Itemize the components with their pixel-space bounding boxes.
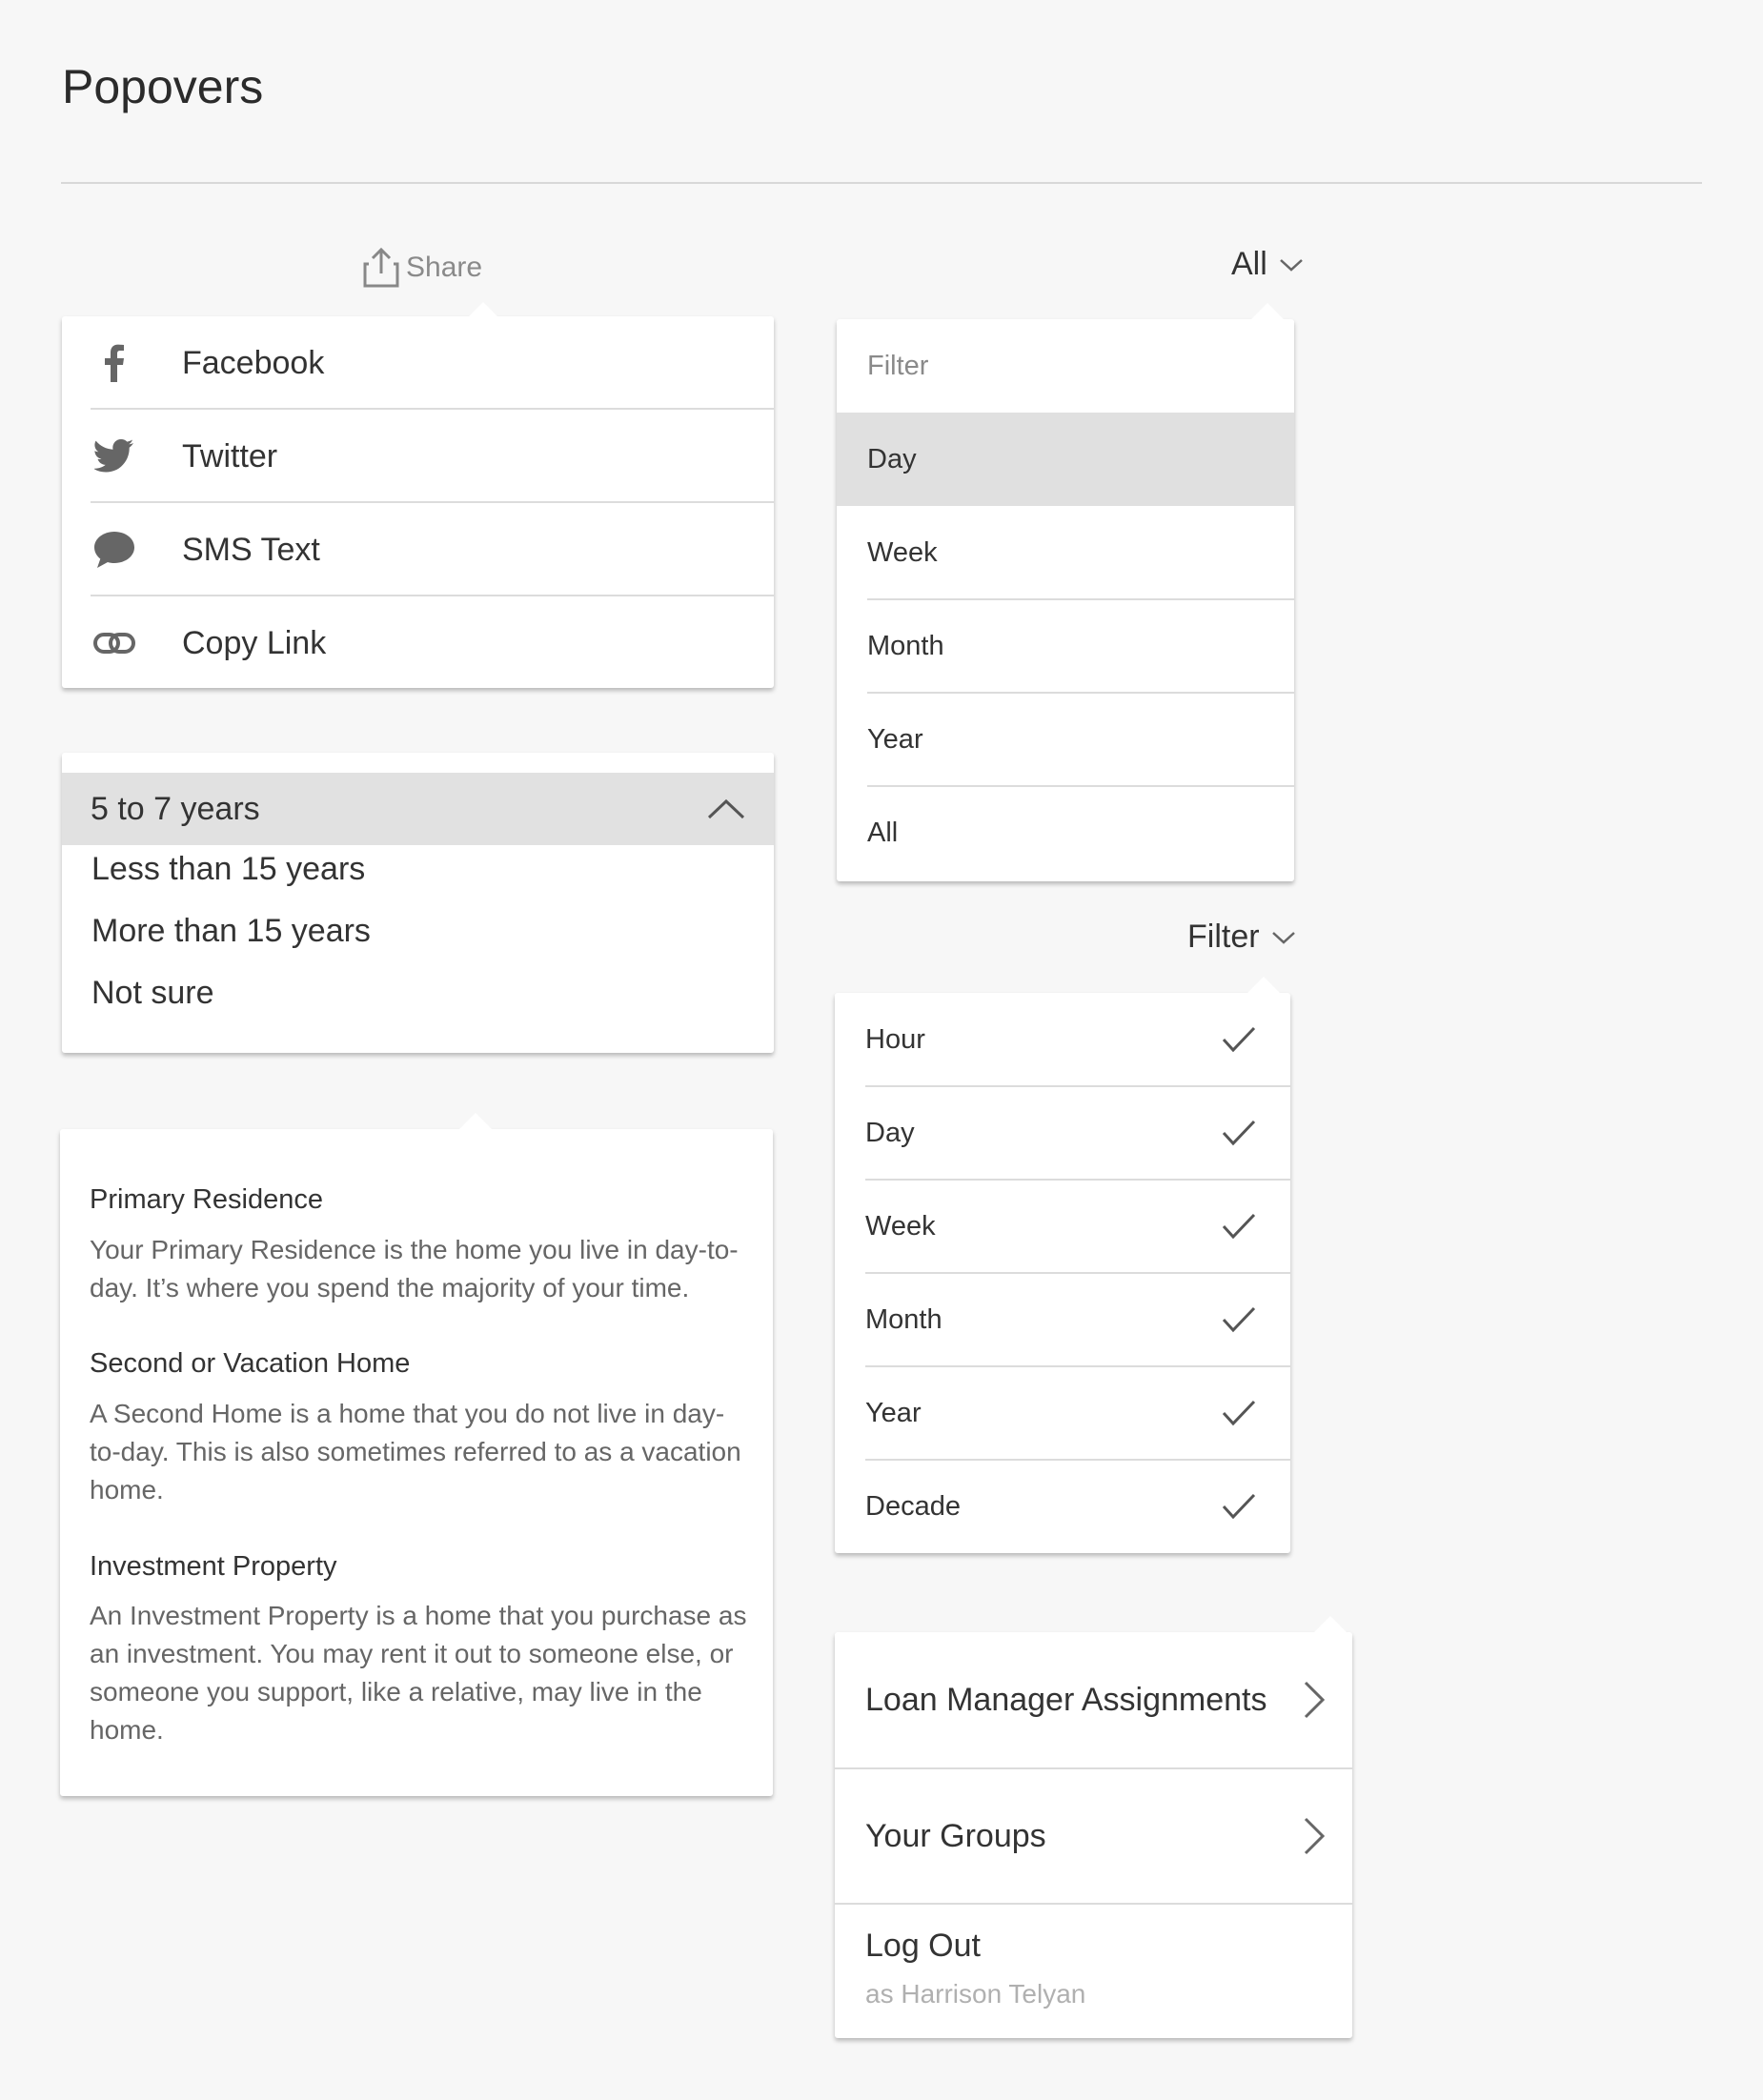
trigger-label: All [1231, 246, 1267, 282]
option-label: Decade [865, 1490, 961, 1522]
checkmark-icon [1222, 1120, 1256, 1146]
period-filter-trigger[interactable]: All [1231, 246, 1304, 283]
facebook-icon [91, 344, 138, 382]
multi-filter-popover: Hour Day Week Month Year Decade [835, 977, 1290, 1553]
section-heading: Second or Vacation Home [90, 1348, 411, 1379]
option-label: Year [865, 1397, 922, 1428]
section-body: A Second Home is a home that you do not … [90, 1399, 741, 1504]
filter-option-month[interactable]: Month [835, 1273, 1290, 1366]
filter-option-year[interactable]: Year [835, 1366, 1290, 1460]
share-item-sms[interactable]: SMS Text [62, 503, 774, 596]
chevron-down-icon [1271, 931, 1295, 944]
checkmark-icon [1222, 1493, 1256, 1520]
popover-arrow [459, 1113, 492, 1145]
option-label: Week [865, 1210, 936, 1242]
years-select-popover: 5 to 7 years Less than 15 years More tha… [62, 753, 774, 1053]
link-icon [91, 632, 138, 655]
filter-option-day[interactable]: Day [835, 1086, 1290, 1180]
period-filter-popover: Filter Day Week Month Year All [837, 303, 1294, 881]
trigger-label: Filter [1187, 919, 1260, 955]
section-heading: Investment Property [90, 1551, 337, 1582]
share-item-label: SMS Text [182, 531, 320, 568]
chevron-down-icon [1279, 258, 1303, 272]
info-popover: Primary Residence Your Primary Residence… [60, 1113, 773, 1796]
period-option-day[interactable]: Day [837, 413, 1294, 506]
share-item-facebook[interactable]: Facebook [62, 316, 774, 410]
chevron-right-icon [1304, 1681, 1326, 1719]
years-selected-option[interactable]: 5 to 7 years [62, 773, 774, 845]
share-item-label: Copy Link [182, 624, 327, 661]
multi-filter-trigger[interactable]: Filter [1187, 919, 1296, 956]
selected-value: 5 to 7 years [91, 790, 260, 827]
share-item-copy-link[interactable]: Copy Link [62, 596, 774, 690]
menu-item-label: Loan Manager Assignments [865, 1681, 1267, 1718]
chat-bubble-icon [91, 531, 138, 569]
filter-option-decade[interactable]: Decade [835, 1460, 1290, 1553]
account-menu-popover: Loan Manager Assignments Your Groups Log… [835, 1616, 1352, 2038]
years-option[interactable]: Not sure [91, 975, 214, 1012]
filter-option-week[interactable]: Week [835, 1180, 1290, 1273]
period-option-month[interactable]: Month [837, 599, 1294, 693]
logout-label: Log Out [865, 1928, 981, 1964]
chevron-up-icon [707, 798, 745, 819]
share-popover: Facebook Twitter SMS Text Copy Link [62, 302, 774, 690]
share-item-label: Facebook [182, 344, 325, 381]
share-label: Share [406, 252, 483, 283]
checkmark-icon [1222, 1213, 1256, 1240]
period-option-year[interactable]: Year [837, 693, 1294, 786]
years-option[interactable]: Less than 15 years [91, 851, 365, 888]
period-option-all[interactable]: All [837, 786, 1294, 879]
twitter-icon [91, 439, 138, 474]
option-label: Hour [865, 1023, 925, 1055]
divider [61, 182, 1702, 184]
menu-item-label: Your Groups [865, 1817, 1046, 1854]
share-button[interactable]: Share [362, 247, 482, 289]
logout-user: as Harrison Telyan [865, 1979, 1086, 2009]
option-label: Day [865, 1117, 915, 1148]
share-icon [363, 247, 399, 288]
checkmark-icon [1222, 1306, 1256, 1333]
page-title: Popovers [62, 60, 264, 113]
option-label: Month [865, 1303, 942, 1335]
section-body: Your Primary Residence is the home you l… [90, 1235, 739, 1302]
section-body: An Investment Property is a home that yo… [90, 1601, 747, 1745]
menu-item-your-groups[interactable]: Your Groups [835, 1769, 1352, 1903]
filter-option-hour[interactable]: Hour [835, 993, 1290, 1086]
chevron-right-icon [1304, 1817, 1326, 1855]
years-option[interactable]: More than 15 years [91, 913, 371, 950]
menu-item-loan-manager-assignments[interactable]: Loan Manager Assignments [835, 1632, 1352, 1767]
section-heading: Primary Residence [90, 1184, 323, 1215]
checkmark-icon [1222, 1400, 1256, 1426]
share-item-label: Twitter [182, 437, 278, 475]
checkmark-icon [1222, 1026, 1256, 1053]
logout-button[interactable]: Log Out as Harrison Telyan [835, 1905, 1352, 2038]
period-option-week[interactable]: Week [837, 506, 1294, 599]
share-item-twitter[interactable]: Twitter [62, 410, 774, 503]
filter-search-input[interactable]: Filter [837, 319, 1294, 413]
